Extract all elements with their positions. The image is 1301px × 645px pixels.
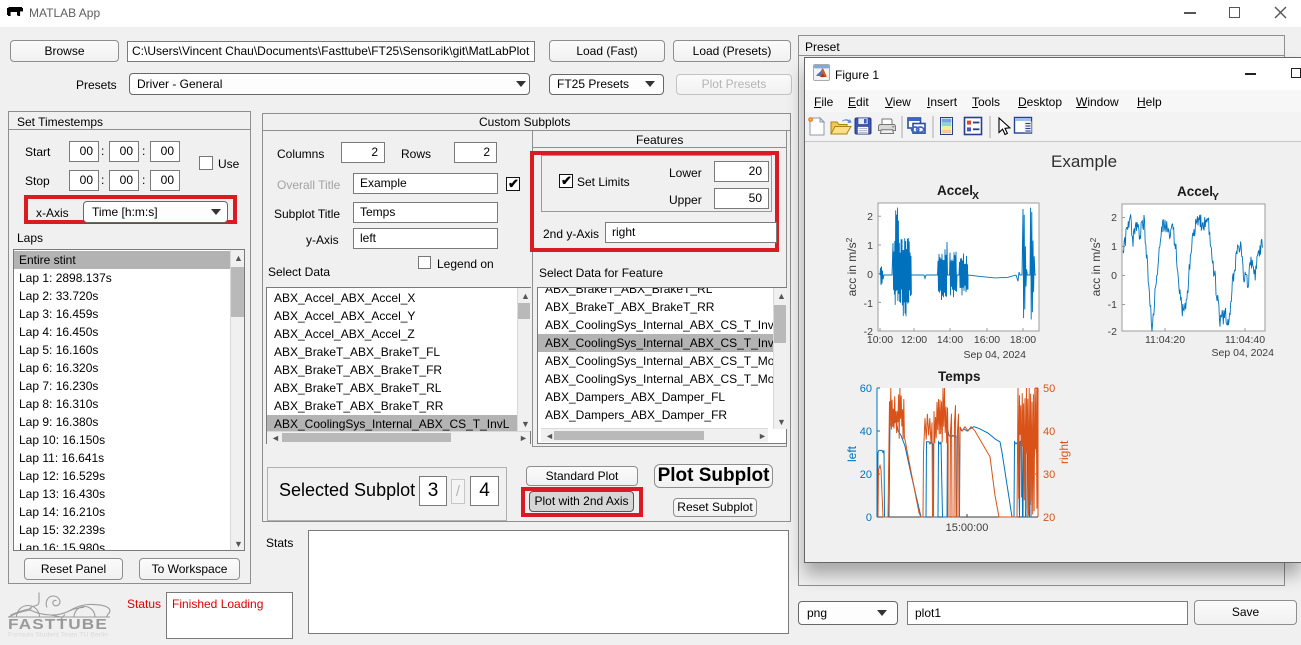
svg-text:11:04:40: 11:04:40 (1225, 334, 1265, 346)
svg-text:Temps: Temps (938, 369, 981, 384)
svg-text:40: 40 (1043, 426, 1055, 438)
svg-text:-1: -1 (1108, 299, 1117, 311)
svg-text:40: 40 (860, 426, 872, 438)
svg-text:60: 60 (860, 383, 872, 395)
svg-text:11:04:20: 11:04:20 (1145, 334, 1185, 346)
svg-text:0: 0 (866, 512, 872, 524)
svg-text:0: 0 (1111, 270, 1117, 282)
svg-text:Accel: Accel (937, 183, 973, 198)
svg-text:X: X (972, 190, 979, 202)
svg-text:Accel: Accel (1177, 184, 1213, 199)
svg-text:15:00:00: 15:00:00 (946, 522, 989, 534)
svg-text:left: left (845, 445, 859, 462)
svg-text:20: 20 (1043, 512, 1055, 524)
svg-text:30: 30 (1043, 469, 1055, 481)
svg-text:0: 0 (867, 269, 873, 281)
svg-text:Sep 04, 2024: Sep 04, 2024 (964, 349, 1027, 361)
svg-text:2: 2 (867, 211, 873, 223)
svg-text:right: right (1057, 440, 1071, 464)
svg-text:10:00: 10:00 (867, 334, 893, 346)
svg-text:2: 2 (1111, 212, 1117, 224)
svg-text:Y: Y (1212, 191, 1219, 203)
svg-text:50: 50 (1043, 383, 1055, 395)
svg-text:Sep 04, 2024: Sep 04, 2024 (1212, 347, 1275, 359)
svg-text:-1: -1 (864, 298, 873, 310)
svg-text:12:00: 12:00 (901, 334, 927, 346)
svg-text:20: 20 (860, 469, 872, 481)
svg-text:16:00: 16:00 (974, 334, 1000, 346)
svg-text:acc in m/s2: acc in m/s2 (1088, 237, 1103, 296)
svg-text:-2: -2 (1108, 326, 1117, 338)
svg-text:1: 1 (1111, 241, 1117, 253)
svg-text:18:00: 18:00 (1010, 334, 1036, 346)
svg-text:1: 1 (867, 240, 873, 252)
svg-text:14:00: 14:00 (937, 334, 963, 346)
svg-text:acc in m/s2: acc in m/s2 (844, 237, 859, 296)
svg-text:Formula Student Team TU Berlin: Formula Student Team TU Berlin (8, 632, 108, 639)
